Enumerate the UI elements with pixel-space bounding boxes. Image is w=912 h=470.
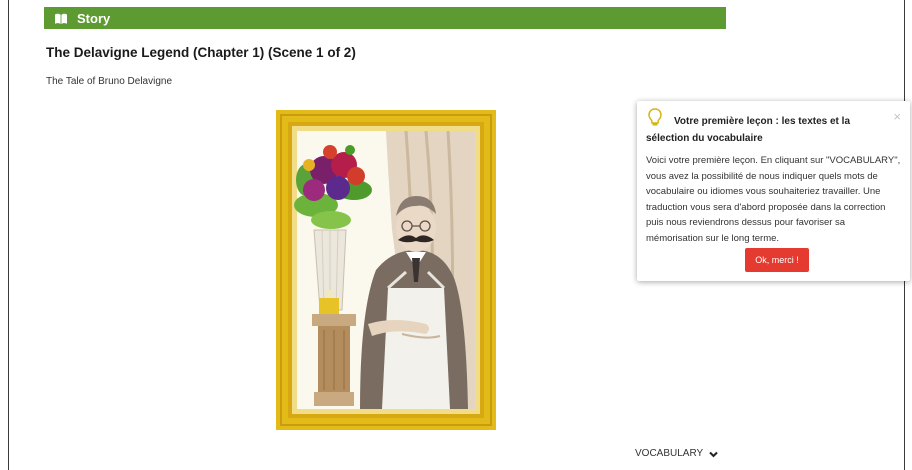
ok-button[interactable]: Ok, merci ! — [745, 248, 809, 272]
popup-body: Voici votre première leçon. En cliquant … — [646, 155, 901, 244]
popup-title: Votre première leçon : les textes et la … — [646, 116, 851, 144]
page-border-left — [8, 0, 9, 470]
story-illustration — [276, 110, 496, 430]
story-label: Story — [77, 10, 111, 26]
page-title: The Delavigne Legend (Chapter 1) (Scene … — [46, 45, 356, 60]
story-subtitle: The Tale of Bruno Delavigne — [46, 76, 173, 87]
chevron-down-icon — [709, 450, 718, 458]
vocabulary-toggle[interactable]: VOCABULARY — [635, 448, 718, 459]
vocabulary-label: VOCABULARY — [635, 448, 704, 459]
book-icon — [54, 12, 68, 24]
close-icon[interactable]: × — [893, 109, 901, 124]
onboarding-popup: × Votre première leçon : les textes et l… — [637, 101, 910, 281]
story-header-bar: Story — [44, 7, 726, 29]
